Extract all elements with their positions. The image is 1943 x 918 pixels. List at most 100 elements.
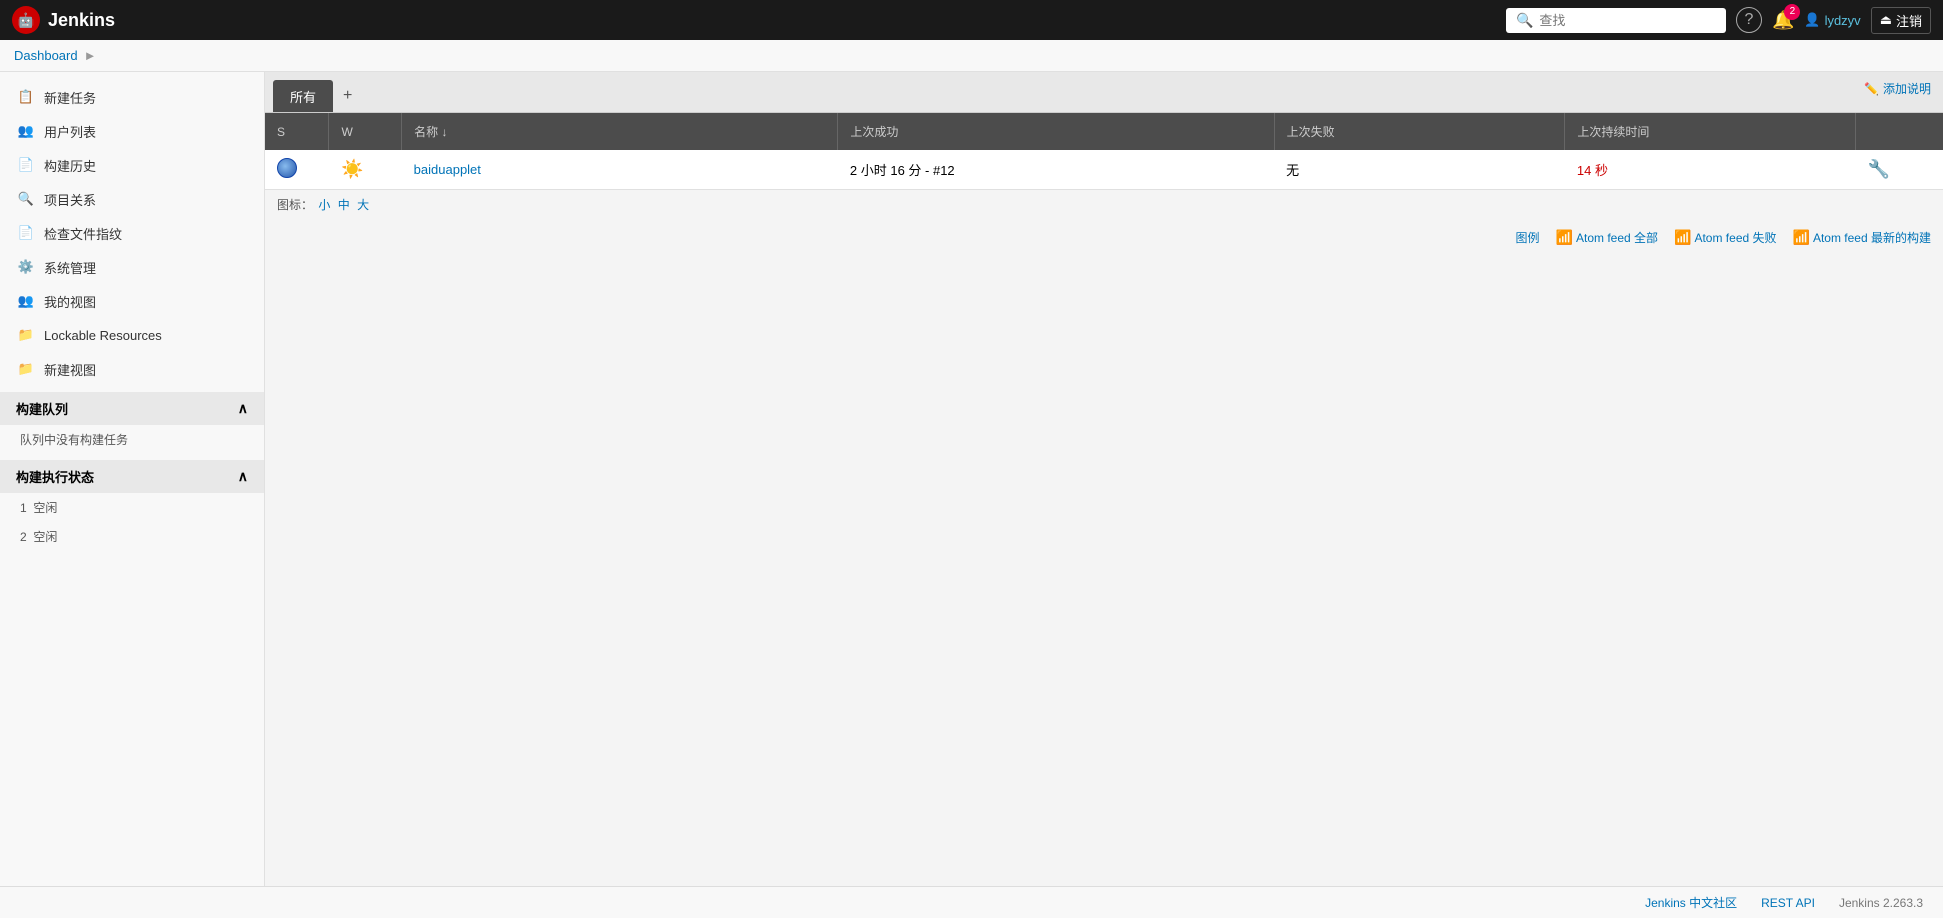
project-relations-icon: 🔍 — [16, 189, 36, 209]
sidebar-item-check-fingerprint[interactable]: 📄 检查文件指纹 — [0, 216, 264, 250]
build-executor-section: 构建执行状态 ∧ — [0, 460, 264, 493]
atom-feed-fail-link[interactable]: 📶 Atom feed 失败 — [1674, 229, 1776, 246]
atom-feed-latest-link[interactable]: 📶 Atom feed 最新的构建 — [1793, 229, 1931, 246]
breadcrumb-separator: ► — [84, 48, 97, 63]
tabs-bar: 所有 + — [265, 72, 1943, 113]
jenkins-community-link[interactable]: Jenkins 中文社区 — [1645, 894, 1737, 911]
app-title: Jenkins — [48, 10, 115, 31]
logout-button[interactable]: ⏏ 注销 — [1871, 7, 1931, 34]
new-view-icon: 📁 — [16, 359, 36, 379]
col-header-s: S — [265, 113, 329, 150]
executor-2: 2 空闲 — [0, 522, 264, 551]
breadcrumb-dashboard[interactable]: Dashboard — [14, 48, 78, 63]
user-link[interactable]: 👤 lydzyv — [1804, 12, 1860, 28]
search-input[interactable] — [1539, 13, 1716, 28]
col-header-last-duration: 上次持续时间 — [1565, 113, 1856, 150]
icon-size-label: 图标： — [277, 198, 313, 212]
build-history-icon: 📄 — [16, 155, 36, 175]
sidebar-label-my-views: 我的视图 — [44, 292, 96, 311]
user-name: lydzyv — [1825, 13, 1861, 28]
build-queue-section: 构建队列 ∧ — [0, 392, 264, 425]
sidebar-item-system-management[interactable]: ⚙️ 系统管理 — [0, 250, 264, 284]
sidebar-item-lockable-resources[interactable]: 📁 Lockable Resources — [0, 318, 264, 352]
atom-feed-all-label: Atom feed 全部 — [1576, 229, 1658, 246]
sidebar-item-users[interactable]: 👥 用户列表 — [0, 114, 264, 148]
breadcrumb: Dashboard ► — [0, 40, 1943, 72]
legend-link[interactable]: 图例 — [1516, 229, 1540, 246]
logout-label: 注销 — [1896, 11, 1922, 30]
job-status-cell — [265, 150, 329, 190]
sidebar-item-new-task[interactable]: 📋 新建任务 — [0, 80, 264, 114]
rss-icon-all: 📶 — [1556, 229, 1573, 246]
atom-feed-latest-label: Atom feed 最新的构建 — [1813, 229, 1931, 246]
tab-add-button[interactable]: + — [333, 81, 362, 111]
jenkins-version-label: Jenkins 2.263.3 — [1839, 896, 1923, 910]
duration-value: 14 秒 — [1577, 163, 1608, 178]
my-views-icon: 👥 — [16, 291, 36, 311]
system-management-icon: ⚙️ — [16, 257, 36, 277]
job-status-globe-icon — [277, 158, 297, 178]
icon-size-large[interactable]: 大 — [357, 198, 369, 212]
icon-size-row: 图标： 小 中 大 — [265, 190, 1943, 219]
sidebar-item-my-views[interactable]: 👥 我的视图 — [0, 284, 264, 318]
sidebar-label-users: 用户列表 — [44, 122, 96, 141]
rss-icon-latest: 📶 — [1793, 229, 1810, 246]
sidebar-label-lockable-resources: Lockable Resources — [44, 328, 162, 343]
new-task-icon: 📋 — [16, 87, 36, 107]
sidebar-item-build-history[interactable]: 📄 构建历史 — [0, 148, 264, 182]
job-link-baiduapplet[interactable]: baiduapplet — [414, 162, 481, 177]
tab-all[interactable]: 所有 — [273, 80, 333, 112]
legend-link-label: 图例 — [1516, 229, 1540, 246]
sidebar-label-new-task: 新建任务 — [44, 88, 96, 107]
icon-size-medium[interactable]: 中 — [338, 198, 350, 212]
layout: 📋 新建任务 👥 用户列表 📄 构建历史 🔍 项目关系 📄 检查文件指纹 ⚙️ … — [0, 72, 1943, 886]
col-header-w: W — [329, 113, 402, 150]
atom-feed-all-link[interactable]: 📶 Atom feed 全部 — [1556, 229, 1658, 246]
logo-area: 🤖 Jenkins — [12, 6, 115, 34]
jobs-table: S W 名称 ↓ 上次成功 上次失败 上次持续时间 ☀️ — [265, 113, 1943, 190]
job-weather-sun-icon: ☀️ — [341, 159, 363, 180]
job-weather-cell: ☀️ — [329, 150, 402, 190]
sidebar: 📋 新建任务 👥 用户列表 📄 构建历史 🔍 项目关系 📄 检查文件指纹 ⚙️ … — [0, 72, 265, 886]
check-fingerprint-icon: 📄 — [16, 223, 36, 243]
page-footer: Jenkins 中文社区 REST API Jenkins 2.263.3 — [0, 886, 1943, 918]
rest-api-link[interactable]: REST API — [1761, 896, 1815, 910]
col-header-last-success: 上次成功 — [838, 113, 1274, 150]
search-box: 🔍 — [1506, 8, 1726, 33]
add-description-button[interactable]: ✏️ 添加说明 — [1864, 80, 1931, 97]
notifications-bell[interactable]: 🔔 2 — [1772, 10, 1794, 31]
help-button[interactable]: ? — [1736, 7, 1762, 33]
sidebar-item-new-view[interactable]: 📁 新建视图 — [0, 352, 264, 386]
col-header-name[interactable]: 名称 ↓ — [402, 113, 838, 150]
table-row: ☀️ baiduapplet 2 小时 16 分 - #12 无 14 秒 🔧 — [265, 150, 1943, 190]
notifications-badge: 2 — [1784, 4, 1800, 20]
col-header-actions — [1856, 113, 1943, 150]
sidebar-label-project-relations: 项目关系 — [44, 190, 96, 209]
search-icon: 🔍 — [1516, 12, 1533, 29]
icon-size-small[interactable]: 小 — [318, 198, 330, 212]
sidebar-label-new-view: 新建视图 — [44, 360, 96, 379]
job-action-icon[interactable]: 🔧 — [1868, 159, 1890, 179]
build-queue-collapse-icon[interactable]: ∧ — [238, 400, 248, 417]
footer-links-row: 图例 📶 Atom feed 全部 📶 Atom feed 失败 📶 Atom … — [265, 219, 1943, 256]
lockable-resources-icon: 📁 — [16, 325, 36, 345]
atom-feed-fail-label: Atom feed 失败 — [1694, 229, 1776, 246]
build-executor-label: 构建执行状态 — [16, 467, 94, 486]
job-last-duration-cell: 14 秒 — [1565, 150, 1856, 190]
rss-icon-fail: 📶 — [1674, 229, 1691, 246]
job-actions-cell: 🔧 — [1856, 150, 1943, 190]
logout-icon: ⏏ — [1880, 12, 1892, 28]
job-last-failure-cell: 无 — [1274, 150, 1565, 190]
sidebar-label-build-history: 构建历史 — [44, 156, 96, 175]
sidebar-label-check-fingerprint: 检查文件指纹 — [44, 224, 122, 243]
add-description-label: 添加说明 — [1883, 80, 1931, 97]
edit-icon: ✏️ — [1864, 82, 1879, 96]
top-navigation: 🤖 Jenkins 🔍 ? 🔔 2 👤 lydzyv ⏏ 注销 — [0, 0, 1943, 40]
build-executor-collapse-icon[interactable]: ∧ — [238, 468, 248, 485]
col-header-last-failure: 上次失败 — [1274, 113, 1565, 150]
executor-1: 1 空闲 — [0, 493, 264, 522]
jenkins-logo-icon: 🤖 — [12, 6, 40, 34]
sidebar-item-project-relations[interactable]: 🔍 项目关系 — [0, 182, 264, 216]
tab-all-label: 所有 — [290, 90, 316, 105]
build-queue-label: 构建队列 — [16, 399, 68, 418]
